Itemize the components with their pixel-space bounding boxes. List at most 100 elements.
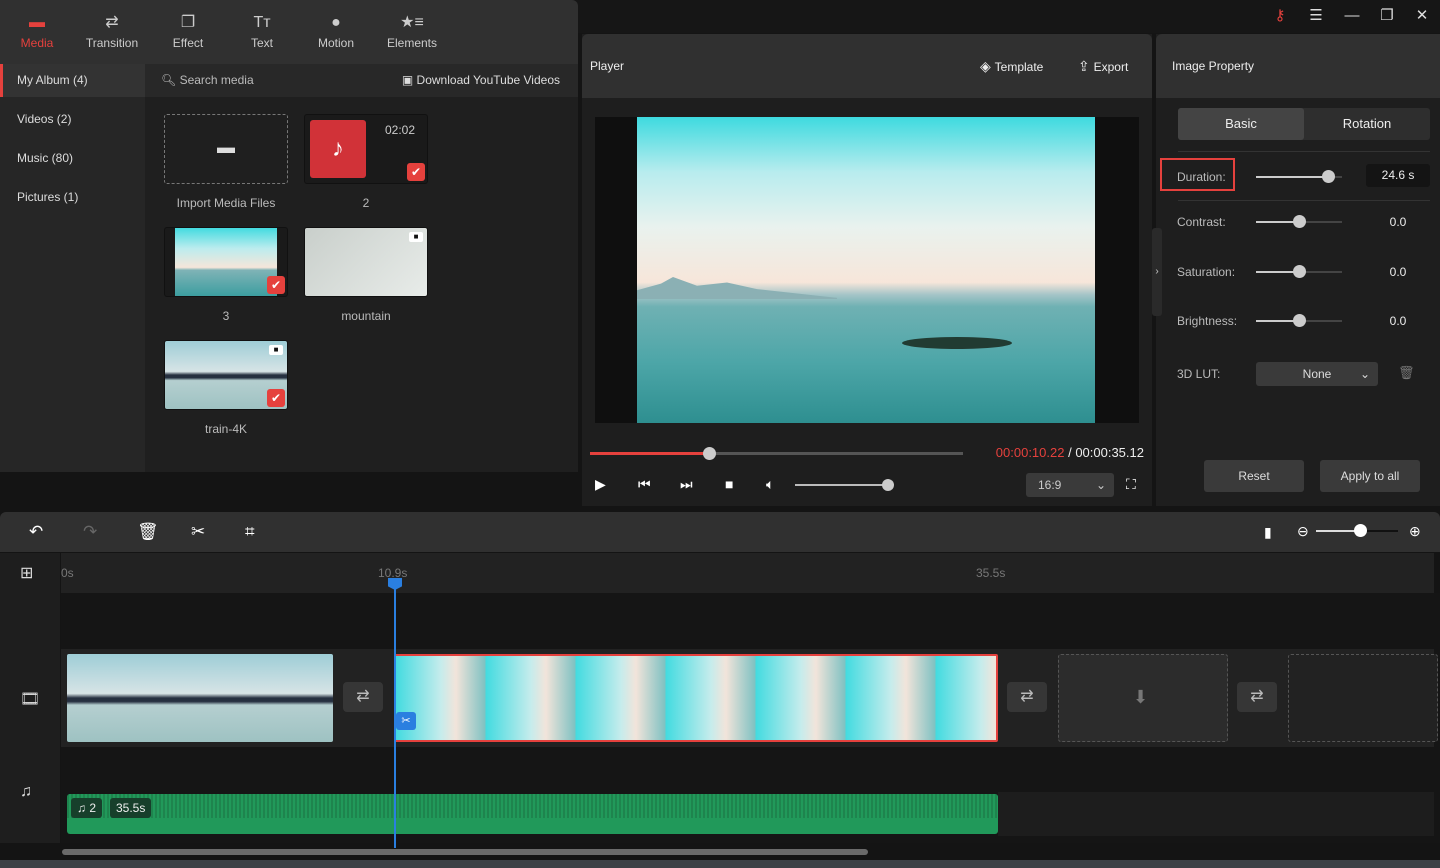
tab-rotation[interactable]: Rotation bbox=[1304, 108, 1430, 140]
slider-knob[interactable] bbox=[1293, 314, 1306, 327]
tab-transition[interactable]: ⇄ Transition bbox=[77, 0, 147, 64]
checked-icon[interactable]: ✔ bbox=[267, 276, 285, 294]
brightness-slider[interactable] bbox=[1256, 314, 1342, 327]
duration-slider[interactable] bbox=[1256, 170, 1342, 183]
add-track-icon[interactable]: ⊞ bbox=[20, 563, 33, 583]
text-icon: Tт bbox=[253, 14, 271, 31]
audio-waveform bbox=[67, 794, 998, 818]
tab-elements[interactable]: ★≡ Elements bbox=[377, 0, 447, 64]
drop-media-slot[interactable] bbox=[1288, 654, 1438, 742]
minimize-icon[interactable]: — bbox=[1340, 6, 1364, 26]
volume-icon[interactable]: 🔈︎ bbox=[766, 476, 774, 493]
undo-icon[interactable]: ↶ bbox=[29, 522, 43, 542]
zoom-in-icon[interactable]: ⊕ bbox=[1409, 523, 1421, 540]
transition-slot-icon[interactable]: ⇄ bbox=[343, 682, 383, 712]
chevron-down-icon: ⌄ bbox=[1359, 367, 1370, 381]
apply-to-all-button[interactable]: Apply to all bbox=[1320, 460, 1420, 492]
tab-media[interactable]: ▬ Media bbox=[2, 0, 72, 64]
media-item[interactable]: ♪ 02:02 ✔ 2 bbox=[304, 114, 428, 210]
layers-icon: ❐ bbox=[180, 14, 196, 31]
delete-icon[interactable]: 🗑︎ bbox=[137, 522, 159, 542]
folder-icon: ▬ bbox=[217, 137, 235, 157]
key-icon[interactable]: ⚷ bbox=[1268, 6, 1292, 26]
trash-icon[interactable]: 🗑︎ bbox=[1398, 365, 1415, 381]
crop-icon[interactable]: ⌗ bbox=[245, 522, 255, 542]
import-media-item[interactable]: ▬ Import Media Files bbox=[164, 114, 288, 210]
timeline-ruler[interactable]: 0s 10.9s 35.5s bbox=[61, 553, 1434, 593]
contrast-slider[interactable] bbox=[1256, 215, 1342, 228]
volume-slider[interactable] bbox=[795, 479, 894, 491]
album-my-album[interactable]: My Album (4) bbox=[0, 64, 145, 97]
download-youtube-button[interactable]: ▣ Download YouTube Videos bbox=[402, 73, 560, 87]
media-thumb[interactable]: ■ ✔ bbox=[164, 340, 288, 410]
media-duration: 02:02 bbox=[384, 123, 415, 137]
playback-progress-bar[interactable] bbox=[590, 447, 963, 460]
media-item[interactable]: ✔ 3 bbox=[164, 227, 288, 323]
lut-label: 3D LUT: bbox=[1177, 367, 1221, 381]
saturation-row: Saturation: 0.0 bbox=[1156, 257, 1440, 287]
album-music[interactable]: Music (80) bbox=[0, 142, 145, 175]
tab-basic[interactable]: Basic bbox=[1178, 108, 1304, 140]
timeline-scrollbar[interactable] bbox=[62, 849, 868, 855]
video-clip-train[interactable] bbox=[67, 654, 333, 742]
lut-row: 3D LUT: None ⌄ 🗑︎ bbox=[1156, 362, 1440, 392]
zoom-out-icon[interactable]: ⊖ bbox=[1297, 523, 1309, 540]
media-grid: 🔍︎ Search media ▣ Download YouTube Video… bbox=[145, 64, 578, 472]
aspect-ratio-select[interactable]: 16:9 ⌄ bbox=[1026, 473, 1114, 497]
slider-knob[interactable] bbox=[1322, 170, 1336, 183]
playhead[interactable] bbox=[388, 578, 402, 848]
play-icon[interactable]: ▶ bbox=[595, 476, 606, 493]
fullscreen-icon[interactable]: ⛶ bbox=[1126, 476, 1136, 493]
film-strip-icon: 🎞︎ bbox=[20, 691, 41, 708]
hamburger-menu-icon[interactable]: ☰ bbox=[1304, 6, 1328, 26]
image-clip-selected[interactable]: ✂ bbox=[394, 654, 998, 742]
template-button[interactable]: ◈ Template bbox=[980, 58, 1043, 75]
next-frame-icon[interactable]: ⏭ bbox=[680, 476, 693, 493]
search-media-input[interactable]: 🔍︎ Search media bbox=[161, 73, 254, 87]
media-thumb[interactable]: ♪ 02:02 ✔ bbox=[304, 114, 428, 184]
image-property-panel: Image Property › Basic Rotation Duration… bbox=[1152, 34, 1440, 506]
media-item-label: Import Media Files bbox=[176, 196, 276, 210]
volume-knob[interactable] bbox=[882, 479, 894, 491]
tab-effect[interactable]: ❐ Effect bbox=[153, 0, 223, 64]
import-media-thumb[interactable]: ▬ bbox=[164, 114, 288, 184]
checked-icon[interactable]: ✔ bbox=[267, 389, 285, 407]
slider-knob[interactable] bbox=[1293, 265, 1306, 278]
media-item[interactable]: ■ mountain bbox=[304, 227, 428, 323]
media-thumb[interactable]: ■ bbox=[304, 227, 428, 297]
preview-screen[interactable] bbox=[595, 117, 1139, 423]
media-toolbar: 🔍︎ Search media ▣ Download YouTube Video… bbox=[145, 64, 578, 97]
saturation-slider[interactable] bbox=[1256, 265, 1342, 278]
close-icon[interactable]: ✕ bbox=[1410, 6, 1434, 26]
transition-slot-icon[interactable]: ⇄ bbox=[1007, 682, 1047, 712]
scissors-icon[interactable]: ✂ bbox=[191, 522, 205, 542]
audio-clip[interactable]: ♫ 2 35.5s bbox=[67, 794, 998, 834]
transition-slot-icon[interactable]: ⇄ bbox=[1237, 682, 1277, 712]
contrast-row: Contrast: 0.0 bbox=[1156, 207, 1440, 237]
tab-text[interactable]: Tт Text bbox=[227, 0, 297, 64]
duration-input[interactable]: 24.6 s bbox=[1366, 164, 1430, 187]
export-button[interactable]: ⇪ Export bbox=[1078, 58, 1128, 75]
slider-knob[interactable] bbox=[1293, 215, 1306, 228]
restore-icon[interactable]: ❐ bbox=[1375, 6, 1399, 26]
zoom-knob[interactable] bbox=[1354, 524, 1367, 537]
timeline-zoom-slider[interactable] bbox=[1316, 524, 1398, 537]
reset-button[interactable]: Reset bbox=[1204, 460, 1304, 492]
media-thumb[interactable]: ✔ bbox=[164, 227, 288, 297]
contrast-value: 0.0 bbox=[1389, 215, 1407, 229]
drop-media-slot[interactable]: ⬇ bbox=[1058, 654, 1228, 742]
album-list: My Album (4) Videos (2) Music (80) Pictu… bbox=[0, 64, 145, 472]
media-item[interactable]: ■ ✔ train-4K bbox=[164, 340, 288, 436]
progress-knob[interactable] bbox=[703, 447, 717, 460]
checked-icon[interactable]: ✔ bbox=[407, 163, 425, 181]
album-pictures[interactable]: Pictures (1) bbox=[0, 181, 145, 214]
fit-timeline-icon[interactable]: ▮ bbox=[1264, 524, 1272, 541]
previous-frame-icon[interactable]: ⏮ bbox=[638, 476, 651, 493]
split-scissors-icon[interactable]: ✂ bbox=[396, 712, 416, 730]
redo-icon[interactable]: ↷ bbox=[83, 522, 97, 542]
lut-select[interactable]: None ⌄ bbox=[1256, 362, 1378, 386]
tab-motion[interactable]: ● Motion bbox=[301, 0, 371, 64]
album-videos[interactable]: Videos (2) bbox=[0, 103, 145, 136]
preview-frame bbox=[637, 117, 1095, 423]
stop-icon[interactable]: ■ bbox=[725, 476, 733, 492]
